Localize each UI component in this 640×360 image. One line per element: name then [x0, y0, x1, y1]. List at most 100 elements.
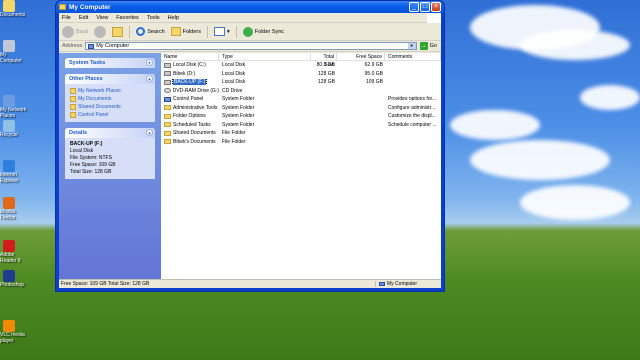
menu-favorites[interactable]: Favorites	[116, 15, 139, 21]
folder-sync-button[interactable]: Folder Sync	[242, 26, 284, 37]
menu-tools[interactable]: Tools	[147, 15, 160, 21]
link-label: Shared Documents	[78, 104, 121, 110]
item-name: Administrative Tools	[173, 104, 218, 111]
address-label: Address	[62, 43, 83, 49]
my-computer-icon	[88, 43, 95, 49]
details-header[interactable]: Details ▴	[65, 128, 155, 138]
column-name[interactable]: Name	[161, 53, 219, 60]
views-button[interactable]: ▾	[214, 27, 230, 36]
cell-comment: Schedule computer ...	[388, 121, 437, 128]
chevron-up-icon[interactable]: ▴	[146, 129, 153, 136]
forward-button[interactable]	[94, 25, 107, 38]
cloud	[520, 30, 630, 60]
app-icon	[3, 160, 15, 172]
column-total-size[interactable]: Total Size	[311, 53, 337, 68]
file-row[interactable]: BACK-UP (F:) Local Disk 128 GB 109 GB	[161, 78, 441, 87]
file-row[interactable]: Bibek (D:) Local Disk 128 GB 95.0 GB	[161, 70, 441, 79]
search-label: Search	[147, 28, 165, 35]
folder-icon	[164, 105, 171, 111]
cell-name: Control Panel	[161, 96, 219, 102]
cell-type: System Folder	[222, 113, 255, 120]
desktop-icon[interactable]: My Network Places	[0, 95, 28, 119]
item-name: Shared Documents	[173, 130, 216, 137]
title-bar[interactable]: My Computer	[56, 1, 444, 13]
desktop-icon[interactable]: My Computer	[0, 40, 28, 64]
views-icon	[214, 27, 226, 36]
cell-total: 128 GB	[318, 79, 335, 86]
windows-logo-icon	[427, 13, 441, 23]
folders-button[interactable]: Folders	[170, 27, 201, 36]
address-input[interactable]: My Computer ▼	[85, 42, 417, 50]
cell-total: 128 GB	[318, 70, 335, 77]
cell-type: Local Disk	[222, 79, 246, 86]
other-places-link[interactable]: My Documents	[70, 95, 150, 103]
close-button[interactable]: ×	[431, 2, 441, 12]
file-row[interactable]: Bibek's Documents File Folder	[161, 138, 441, 147]
file-row[interactable]: DVD-RAM Drive (G:) CD Drive	[161, 87, 441, 96]
details-title: Details	[69, 130, 88, 136]
app-icon	[3, 270, 15, 282]
desktop-icon[interactable]: Internet Explorer	[0, 160, 28, 184]
cell-name: Scheduled Tasks	[161, 122, 219, 128]
search-button[interactable]: Search	[136, 27, 165, 36]
folder-icon	[164, 122, 171, 128]
other-places-panel: Other Places ▴ My Network Places My Docum…	[65, 74, 155, 122]
back-button[interactable]: Back	[62, 25, 89, 38]
system-tasks-header[interactable]: System Tasks ▾	[65, 58, 155, 68]
file-row[interactable]: Local Disk (C:) Local Disk 80.0 GB 62.9 GB	[161, 61, 441, 70]
other-places-links: My Network Places My Documents Shared Docu…	[65, 84, 155, 122]
cell-name: Folder Options	[161, 113, 219, 119]
cell-total: 80.0 GB	[316, 62, 335, 69]
cloud	[520, 185, 630, 220]
desktop-icon-label: Internet Explorer	[0, 172, 19, 184]
cell-name: DVD-RAM Drive (G:)	[161, 88, 219, 94]
menu-file[interactable]: File	[62, 15, 71, 21]
chevron-down-icon[interactable]: ▾	[146, 59, 153, 66]
toolbar-separator	[207, 25, 209, 38]
file-row[interactable]: Control Panel System Folder Provides optio…	[161, 95, 441, 104]
desktop-icon[interactable]: Recycle	[0, 120, 28, 138]
up-folder-button[interactable]	[112, 26, 124, 37]
file-row[interactable]: Scheduled Tasks System Folder Schedule com…	[161, 121, 441, 130]
folder-icon	[70, 112, 76, 118]
column-free-space[interactable]: Free Space	[337, 53, 385, 60]
cell-type: CD Drive	[222, 87, 243, 94]
chevron-down-icon: ▾	[227, 28, 230, 35]
app-icon	[3, 120, 15, 132]
go-button[interactable]: → Go	[419, 42, 437, 50]
file-row[interactable]: Shared Documents File Folder	[161, 129, 441, 138]
menu-help[interactable]: Help	[168, 15, 179, 21]
cell-type: Local Disk	[222, 70, 246, 77]
other-places-link[interactable]: My Network Places	[70, 87, 150, 95]
file-row[interactable]: Administrative Tools System Folder Configu…	[161, 104, 441, 113]
minimize-button[interactable]: _	[409, 2, 419, 12]
desktop-icon[interactable]: Mozilla Firefox	[0, 197, 28, 221]
menu-view[interactable]: View	[96, 15, 108, 21]
sync-icon	[242, 26, 253, 37]
forward-arrow-icon	[94, 25, 107, 38]
other-places-header[interactable]: Other Places ▴	[65, 74, 155, 84]
desktop-icon[interactable]: Documents	[0, 0, 28, 18]
desktop-icon[interactable]: VLC media player	[0, 320, 28, 344]
file-row[interactable]: Folder Options System Folder Customize the…	[161, 112, 441, 121]
column-comments[interactable]: Comments	[385, 53, 441, 60]
cell-type: System Folder	[222, 104, 255, 111]
column-type[interactable]: Type	[219, 53, 311, 60]
desktop-icon[interactable]: Adobe Reader 9	[0, 240, 28, 264]
cell-type: File Folder	[222, 138, 246, 145]
menu-edit[interactable]: Edit	[79, 15, 88, 21]
desktop-icon-label: Adobe Reader 9	[0, 252, 21, 264]
item-name: Bibek (D:)	[173, 70, 196, 77]
maximize-button[interactable]: □	[420, 2, 430, 12]
item-name: Local Disk (C:)	[173, 62, 206, 69]
chevron-up-icon[interactable]: ▴	[146, 75, 153, 82]
toolbar-separator	[129, 25, 131, 38]
other-places-link[interactable]: Control Panel	[70, 111, 150, 119]
item-name: Control Panel	[173, 96, 204, 103]
other-places-link[interactable]: Shared Documents	[70, 103, 150, 111]
toolbar: Back Search Folders ▾ Folder Sync	[59, 23, 441, 41]
chevron-down-icon[interactable]: ▼	[407, 43, 416, 49]
back-label: Back	[76, 28, 89, 35]
up-folder-icon	[112, 26, 124, 37]
desktop-icon[interactable]: Photoshop	[0, 270, 28, 288]
